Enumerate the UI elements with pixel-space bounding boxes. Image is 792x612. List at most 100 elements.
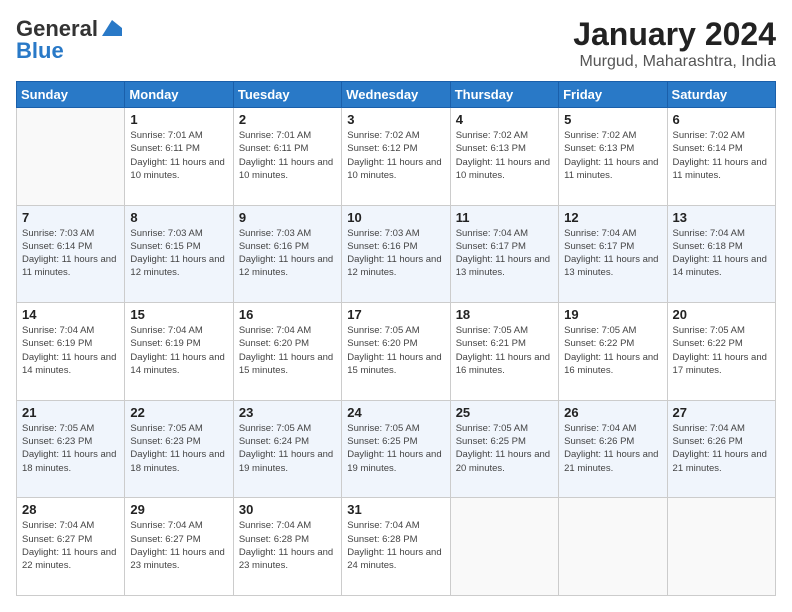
day-info: Sunrise: 7:05 AMSunset: 6:22 PMDaylight:… — [564, 324, 661, 377]
day-number: 9 — [239, 210, 336, 225]
day-number: 1 — [130, 112, 227, 127]
calendar-week-row: 7Sunrise: 7:03 AMSunset: 6:14 PMDaylight… — [17, 205, 776, 303]
day-number: 10 — [347, 210, 444, 225]
calendar-cell: 4Sunrise: 7:02 AMSunset: 6:13 PMDaylight… — [450, 108, 558, 206]
day-number: 3 — [347, 112, 444, 127]
day-info: Sunrise: 7:01 AMSunset: 6:11 PMDaylight:… — [239, 129, 336, 182]
calendar-cell: 22Sunrise: 7:05 AMSunset: 6:23 PMDayligh… — [125, 400, 233, 498]
day-header-saturday: Saturday — [667, 82, 775, 108]
page: General Blue January 2024 Murgud, Mahara… — [0, 0, 792, 612]
day-info: Sunrise: 7:01 AMSunset: 6:11 PMDaylight:… — [130, 129, 227, 182]
day-number: 23 — [239, 405, 336, 420]
calendar-cell: 13Sunrise: 7:04 AMSunset: 6:18 PMDayligh… — [667, 205, 775, 303]
calendar-cell: 11 Sunrise: 7:04 AMSunset: 6:17 PMDayligh… — [450, 205, 558, 303]
calendar-cell — [667, 498, 775, 596]
calendar-cell: 9 Sunrise: 7:03 AMSunset: 6:16 PMDaylight… — [233, 205, 341, 303]
day-number: 16 — [239, 307, 336, 322]
calendar-cell: 24 Sunrise: 7:05 AMSunset: 6:25 PMDayligh… — [342, 400, 450, 498]
calendar-cell: 1 Sunrise: 7:01 AMSunset: 6:11 PMDaylight… — [125, 108, 233, 206]
day-number: 28 — [22, 502, 119, 517]
day-header-tuesday: Tuesday — [233, 82, 341, 108]
calendar-cell: 20 Sunrise: 7:05 AMSunset: 6:22 PMDayligh… — [667, 303, 775, 401]
day-info: Sunrise: 7:05 AMSunset: 6:23 PMDaylight:… — [22, 422, 119, 475]
day-header-friday: Friday — [559, 82, 667, 108]
calendar-week-row: 1 Sunrise: 7:01 AMSunset: 6:11 PMDaylight… — [17, 108, 776, 206]
calendar-cell: 6 Sunrise: 7:02 AMSunset: 6:14 PMDaylight… — [667, 108, 775, 206]
day-info: Sunrise: 7:05 AMSunset: 6:22 PMDaylight:… — [673, 324, 770, 377]
day-number: 8 — [130, 210, 227, 225]
day-number: 2 — [239, 112, 336, 127]
day-info: Sunrise: 7:05 AMSunset: 6:24 PMDaylight:… — [239, 422, 336, 475]
day-info: Sunrise: 7:03 AMSunset: 6:15 PMDaylight:… — [130, 227, 227, 280]
calendar-cell: 14 Sunrise: 7:04 AMSunset: 6:19 PMDayligh… — [17, 303, 125, 401]
location: Murgud, Maharashtra, India — [573, 53, 776, 71]
day-info: Sunrise: 7:04 AMSunset: 6:27 PMDaylight:… — [22, 519, 119, 572]
calendar-table: SundayMondayTuesdayWednesdayThursdayFrid… — [16, 81, 776, 596]
day-number: 12 — [564, 210, 661, 225]
calendar-cell: 5 Sunrise: 7:02 AMSunset: 6:13 PMDaylight… — [559, 108, 667, 206]
day-number: 19 — [564, 307, 661, 322]
day-number: 30 — [239, 502, 336, 517]
day-info: Sunrise: 7:05 AMSunset: 6:20 PMDaylight:… — [347, 324, 444, 377]
calendar-cell: 30 Sunrise: 7:04 AMSunset: 6:28 PMDayligh… — [233, 498, 341, 596]
logo-blue: Blue — [16, 38, 64, 64]
day-info: Sunrise: 7:03 AMSunset: 6:16 PMDaylight:… — [239, 227, 336, 280]
day-number: 18 — [456, 307, 553, 322]
day-info: Sunrise: 7:05 AMSunset: 6:25 PMDaylight:… — [456, 422, 553, 475]
calendar-cell: 10 Sunrise: 7:03 AMSunset: 6:16 PMDayligh… — [342, 205, 450, 303]
day-info: Sunrise: 7:04 AMSunset: 6:27 PMDaylight:… — [130, 519, 227, 572]
calendar-cell: 16 Sunrise: 7:04 AMSunset: 6:20 PMDayligh… — [233, 303, 341, 401]
day-number: 11 — [456, 210, 553, 225]
calendar-week-row: 21 Sunrise: 7:05 AMSunset: 6:23 PMDayligh… — [17, 400, 776, 498]
day-number: 25 — [456, 405, 553, 420]
day-number: 26 — [564, 405, 661, 420]
day-header-thursday: Thursday — [450, 82, 558, 108]
calendar-cell: 3Sunrise: 7:02 AMSunset: 6:12 PMDaylight… — [342, 108, 450, 206]
logo-icon — [100, 18, 122, 36]
day-number: 15 — [130, 307, 227, 322]
day-header-monday: Monday — [125, 82, 233, 108]
calendar-cell: 26 Sunrise: 7:04 AMSunset: 6:26 PMDayligh… — [559, 400, 667, 498]
day-number: 14 — [22, 307, 119, 322]
calendar-cell: 29 Sunrise: 7:04 AMSunset: 6:27 PMDayligh… — [125, 498, 233, 596]
calendar-cell: 25 Sunrise: 7:05 AMSunset: 6:25 PMDayligh… — [450, 400, 558, 498]
day-number: 24 — [347, 405, 444, 420]
calendar-cell: 15Sunrise: 7:04 AMSunset: 6:19 PMDayligh… — [125, 303, 233, 401]
day-info: Sunrise: 7:03 AMSunset: 6:14 PMDaylight:… — [22, 227, 119, 280]
day-info: Sunrise: 7:03 AMSunset: 6:16 PMDaylight:… — [347, 227, 444, 280]
logo: General Blue — [16, 16, 122, 64]
calendar-cell — [450, 498, 558, 596]
calendar-cell — [559, 498, 667, 596]
day-info: Sunrise: 7:05 AMSunset: 6:23 PMDaylight:… — [130, 422, 227, 475]
month-title: January 2024 — [573, 16, 776, 53]
calendar-cell: 31 Sunrise: 7:04 AMSunset: 6:28 PMDayligh… — [342, 498, 450, 596]
day-info: Sunrise: 7:04 AMSunset: 6:17 PMDaylight:… — [456, 227, 553, 280]
day-info: Sunrise: 7:04 AMSunset: 6:28 PMDaylight:… — [347, 519, 444, 572]
day-number: 20 — [673, 307, 770, 322]
day-info: Sunrise: 7:05 AMSunset: 6:21 PMDaylight:… — [456, 324, 553, 377]
day-number: 29 — [130, 502, 227, 517]
calendar-cell: 27Sunrise: 7:04 AMSunset: 6:26 PMDayligh… — [667, 400, 775, 498]
calendar-cell: 28 Sunrise: 7:04 AMSunset: 6:27 PMDayligh… — [17, 498, 125, 596]
day-info: Sunrise: 7:02 AMSunset: 6:13 PMDaylight:… — [456, 129, 553, 182]
day-info: Sunrise: 7:04 AMSunset: 6:17 PMDaylight:… — [564, 227, 661, 280]
day-info: Sunrise: 7:04 AMSunset: 6:20 PMDaylight:… — [239, 324, 336, 377]
day-number: 27 — [673, 405, 770, 420]
calendar-cell: 7Sunrise: 7:03 AMSunset: 6:14 PMDaylight… — [17, 205, 125, 303]
day-number: 17 — [347, 307, 444, 322]
day-info: Sunrise: 7:04 AMSunset: 6:28 PMDaylight:… — [239, 519, 336, 572]
day-info: Sunrise: 7:04 AMSunset: 6:19 PMDaylight:… — [22, 324, 119, 377]
day-info: Sunrise: 7:02 AMSunset: 6:13 PMDaylight:… — [564, 129, 661, 182]
day-header-sunday: Sunday — [17, 82, 125, 108]
calendar-cell: 8 Sunrise: 7:03 AMSunset: 6:15 PMDaylight… — [125, 205, 233, 303]
day-info: Sunrise: 7:05 AMSunset: 6:25 PMDaylight:… — [347, 422, 444, 475]
day-number: 6 — [673, 112, 770, 127]
day-info: Sunrise: 7:04 AMSunset: 6:26 PMDaylight:… — [564, 422, 661, 475]
calendar-cell: 19 Sunrise: 7:05 AMSunset: 6:22 PMDayligh… — [559, 303, 667, 401]
day-info: Sunrise: 7:02 AMSunset: 6:14 PMDaylight:… — [673, 129, 770, 182]
calendar-cell — [17, 108, 125, 206]
day-number: 21 — [22, 405, 119, 420]
day-number: 31 — [347, 502, 444, 517]
day-number: 5 — [564, 112, 661, 127]
calendar-cell: 12 Sunrise: 7:04 AMSunset: 6:17 PMDayligh… — [559, 205, 667, 303]
